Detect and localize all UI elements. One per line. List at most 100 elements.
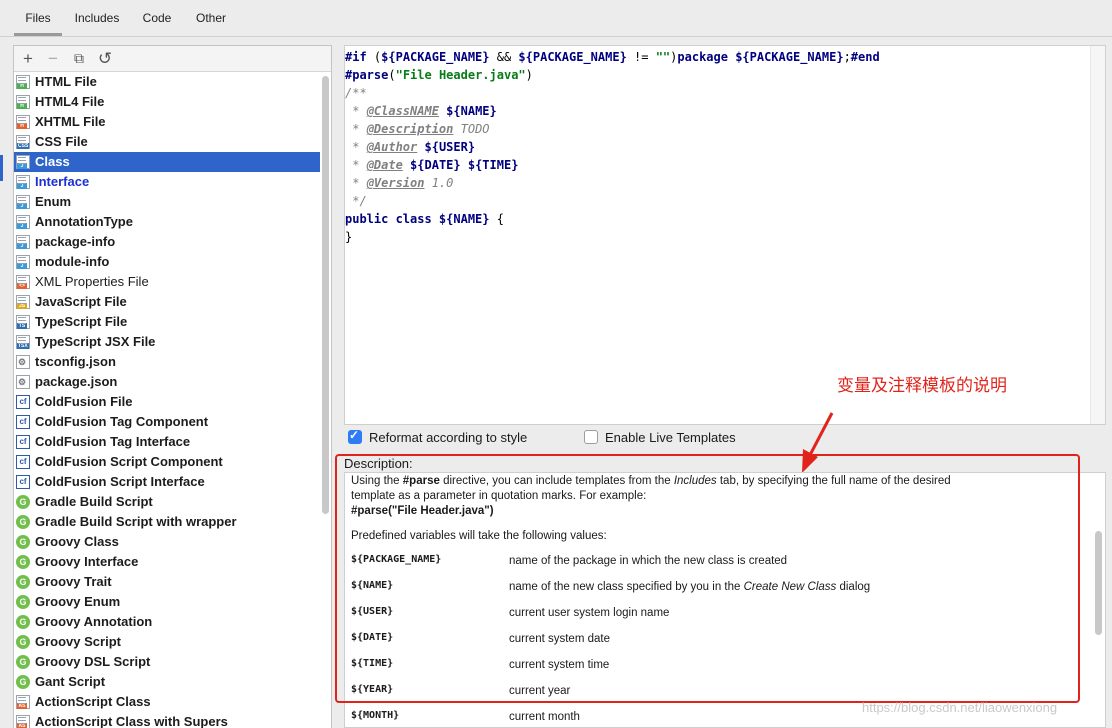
live-templates-checkbox[interactable] xyxy=(584,430,598,444)
tab-other[interactable]: Other xyxy=(190,0,232,36)
var-name: ${MONTH} xyxy=(351,710,400,721)
tab-files[interactable]: Files xyxy=(14,0,62,36)
code-token: #end xyxy=(850,50,880,64)
intro-text: directive, you can include templates fro… xyxy=(439,475,674,487)
intro-directive: #parse xyxy=(402,475,440,487)
template-list-item[interactable]: H HTML File xyxy=(14,72,320,92)
template-list-item[interactable]: ColdFusion Tag Component xyxy=(14,412,320,432)
editor-scrollbar[interactable] xyxy=(1090,46,1105,424)
template-label: package-info xyxy=(35,234,116,249)
code-text: #if (${PACKAGE_NAME} && ${PACKAGE_NAME} … xyxy=(345,48,880,246)
var-desc: current year xyxy=(509,685,571,697)
tab-includes[interactable]: Includes xyxy=(70,0,124,36)
template-list-item[interactable]: Jpackage-info xyxy=(14,232,320,252)
template-list-item[interactable]: CSS CSS File xyxy=(14,132,320,152)
var-desc: current user system login name xyxy=(509,607,670,619)
var-name: ${YEAR} xyxy=(351,684,394,695)
add-icon[interactable]: + xyxy=(17,46,39,71)
template-list-item[interactable]: Groovy Interface xyxy=(14,552,320,572)
list-scrollbar[interactable] xyxy=(322,76,329,514)
template-list-item[interactable]: ColdFusion Tag Interface xyxy=(14,432,320,452)
var-desc: name of the package in which the new cla… xyxy=(509,555,788,567)
template-list-item[interactable]: ColdFusion File xyxy=(14,392,320,412)
code-token: ${NAME} xyxy=(438,212,490,226)
template-list-item[interactable]: Groovy DSL Script xyxy=(14,652,320,672)
template-label: ColdFusion File xyxy=(35,394,133,409)
code-token: #parse xyxy=(345,68,389,82)
template-list-item[interactable]: Groovy Trait xyxy=(14,572,320,592)
template-list-item[interactable]: J Enum xyxy=(14,192,320,212)
tab-code[interactable]: Code xyxy=(136,0,178,36)
java-interface-file-icon: J xyxy=(16,175,30,189)
template-list-item[interactable]: Jmodule-info xyxy=(14,252,320,272)
var-desc: current month xyxy=(509,711,580,723)
template-list-item[interactable]: Groovy Script xyxy=(14,632,320,652)
template-label: Groovy Annotation xyxy=(35,614,153,629)
var-name: ${PACKAGE_NAME} xyxy=(351,554,442,565)
code-token: @Author xyxy=(366,140,418,154)
template-list-item[interactable]: ColdFusion Script Interface xyxy=(14,472,320,492)
description-label: Description: xyxy=(344,456,413,471)
template-list-item[interactable]: TS TypeScript File xyxy=(14,312,320,332)
var-name: ${TIME} xyxy=(351,658,394,669)
template-label: TypeScript JSX File xyxy=(35,334,156,349)
template-list-item[interactable]: Groovy Enum xyxy=(14,592,320,612)
template-code-editor[interactable]: #if (${PACKAGE_NAME} && ${PACKAGE_NAME} … xyxy=(344,45,1106,425)
template-list-item[interactable]: H HTML4 File xyxy=(14,92,320,112)
template-label: HTML4 File xyxy=(35,94,105,109)
html-file-icon: H xyxy=(16,95,30,109)
template-list-item[interactable]: package.json xyxy=(14,372,320,392)
template-label: Gradle Build Script xyxy=(35,494,153,509)
template-label: XHTML File xyxy=(35,114,106,129)
template-list-item[interactable]: ColdFusion Script Component xyxy=(14,452,320,472)
tsx-file-icon: TSX xyxy=(16,335,30,349)
template-label: Groovy Interface xyxy=(35,554,139,569)
groovy-icon xyxy=(16,535,30,549)
template-list-item[interactable]: Gradle Build Script xyxy=(14,492,320,512)
template-label: package.json xyxy=(35,374,118,389)
file-type-badge: J xyxy=(17,263,27,269)
code-token: && xyxy=(489,50,519,64)
template-label: tsconfig.json xyxy=(35,354,116,369)
list-toolbar: + − ⧉ ↺ xyxy=(14,46,331,72)
groovy-icon xyxy=(16,575,30,589)
code-token: @ClassNAME xyxy=(366,104,439,118)
template-list-item[interactable]: H XHTML File xyxy=(14,112,320,132)
template-list-item[interactable]: <> XML Properties File xyxy=(14,272,320,292)
reset-icon[interactable]: ↺ xyxy=(94,46,116,71)
template-list-item[interactable]: tsconfig.json xyxy=(14,352,320,372)
template-label: Enum xyxy=(35,194,72,209)
coldfusion-icon xyxy=(16,455,30,469)
code-token: ${DATE} xyxy=(410,158,461,172)
description-scrollbar[interactable] xyxy=(1095,531,1102,635)
template-list-item[interactable]: Gradle Build Script with wrapper xyxy=(14,512,320,532)
reformat-checkbox[interactable] xyxy=(348,428,362,444)
description-example: #parse("File Header.java") xyxy=(351,505,494,517)
template-list-item[interactable]: Gant Script xyxy=(14,672,320,692)
template-list-item[interactable]: J Class xyxy=(14,152,320,172)
code-token: */ xyxy=(345,194,367,208)
java-file-icon: J xyxy=(16,255,30,269)
template-list-item[interactable]: J Interface xyxy=(14,172,320,192)
template-list-item[interactable]: Groovy Class xyxy=(14,532,320,552)
java-file-icon: J xyxy=(16,235,30,249)
template-list-item[interactable]: JS JavaScript File xyxy=(14,292,320,312)
coldfusion-icon xyxy=(16,415,30,429)
file-type-badge: JS xyxy=(17,303,27,309)
template-list-item[interactable]: Groovy Annotation xyxy=(14,612,320,632)
groovy-icon xyxy=(16,615,30,629)
template-label: JavaScript File xyxy=(35,294,127,309)
template-label: Class xyxy=(35,154,70,169)
template-label: ColdFusion Tag Interface xyxy=(35,434,191,449)
template-label: Gant Script xyxy=(35,674,106,689)
template-list-item[interactable]: AS ActionScript Class with Supers xyxy=(14,712,320,728)
template-list-item[interactable]: TSX TypeScript JSX File xyxy=(14,332,320,352)
groovy-icon xyxy=(16,595,30,609)
copy-icon[interactable]: ⧉ xyxy=(68,46,90,71)
file-type-badge: J xyxy=(17,183,27,189)
template-list-item[interactable]: AS ActionScript Class xyxy=(14,692,320,712)
template-list-item[interactable]: J AnnotationType xyxy=(14,212,320,232)
remove-icon[interactable]: − xyxy=(42,46,64,71)
